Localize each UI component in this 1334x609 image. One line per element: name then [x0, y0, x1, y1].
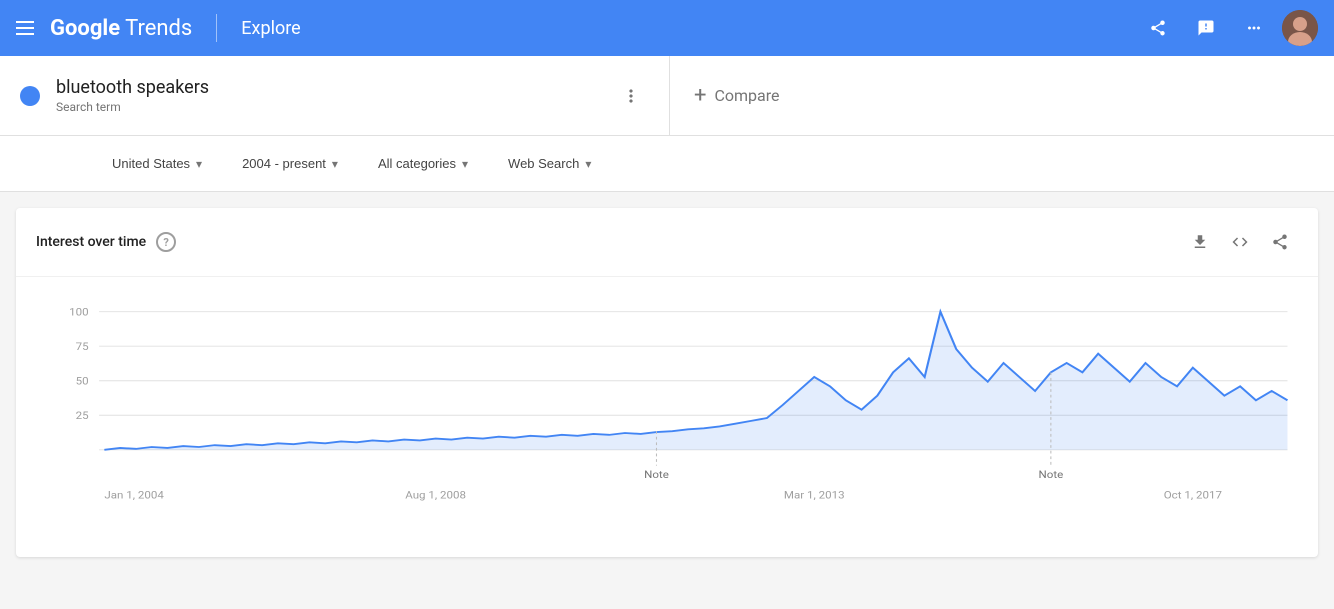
- download-button[interactable]: [1182, 224, 1218, 260]
- logo: Google Trends: [50, 16, 192, 41]
- app-header: Google Trends Explore: [0, 0, 1334, 56]
- share-chart-button[interactable]: [1262, 224, 1298, 260]
- search-section: bluetooth speakers Search term + Compare…: [0, 56, 1334, 192]
- category-chevron-icon: ▾: [462, 157, 468, 171]
- embed-button[interactable]: [1222, 224, 1258, 260]
- chart-body: 100 75 50 25 Note Note Jan 1, 2004 Aug 1…: [16, 277, 1318, 557]
- header-divider: [216, 14, 217, 42]
- search-term-name: bluetooth speakers: [56, 77, 597, 98]
- menu-icon[interactable]: [16, 21, 34, 35]
- filters-row: United States ▾ 2004 - present ▾ All cat…: [0, 136, 1334, 191]
- svg-text:25: 25: [76, 410, 89, 422]
- header-actions: [1138, 8, 1318, 48]
- search-type-label: Web Search: [508, 156, 579, 171]
- trend-chart: 100 75 50 25 Note Note Jan 1, 2004 Aug 1…: [36, 293, 1298, 517]
- svg-text:Aug 1, 2008: Aug 1, 2008: [405, 489, 466, 501]
- logo-text: Google Trends: [50, 16, 192, 41]
- category-filter[interactable]: All categories ▾: [366, 148, 480, 179]
- svg-text:50: 50: [76, 375, 89, 387]
- chart-title: Interest over time: [36, 234, 146, 250]
- search-type-chevron-icon: ▾: [585, 157, 591, 171]
- region-label: United States: [112, 156, 190, 171]
- compare-container[interactable]: + Compare: [670, 56, 1334, 135]
- svg-text:100: 100: [69, 306, 88, 318]
- user-avatar[interactable]: [1282, 10, 1318, 46]
- share-button[interactable]: [1138, 8, 1178, 48]
- chart-actions: [1182, 224, 1298, 260]
- apps-button[interactable]: [1234, 8, 1274, 48]
- compare-plus-icon: +: [694, 83, 706, 108]
- search-term-info: bluetooth speakers Search term: [56, 77, 597, 114]
- time-label: 2004 - present: [242, 156, 326, 171]
- chart-section: Interest over time ?: [16, 208, 1318, 557]
- svg-text:75: 75: [76, 341, 89, 353]
- search-term-type: Search term: [56, 100, 597, 114]
- search-type-filter[interactable]: Web Search ▾: [496, 148, 603, 179]
- region-filter[interactable]: United States ▾: [100, 148, 214, 179]
- time-chevron-icon: ▾: [332, 157, 338, 171]
- search-dot: [20, 86, 40, 106]
- svg-text:Jan 1, 2004: Jan 1, 2004: [104, 489, 164, 501]
- explore-label: Explore: [241, 18, 300, 39]
- feedback-button[interactable]: [1186, 8, 1226, 48]
- category-label: All categories: [378, 156, 456, 171]
- region-chevron-icon: ▾: [196, 157, 202, 171]
- help-icon[interactable]: ?: [156, 232, 176, 252]
- search-row: bluetooth speakers Search term + Compare: [0, 56, 1334, 136]
- svg-text:Note: Note: [1038, 468, 1063, 480]
- time-filter[interactable]: 2004 - present ▾: [230, 148, 350, 179]
- search-term-menu-button[interactable]: [613, 78, 649, 114]
- svg-text:Note: Note: [644, 468, 669, 480]
- search-term-container: bluetooth speakers Search term: [0, 56, 670, 135]
- compare-label: Compare: [714, 86, 779, 105]
- svg-text:Oct 1, 2017: Oct 1, 2017: [1164, 489, 1222, 501]
- svg-text:Mar 1, 2013: Mar 1, 2013: [784, 489, 845, 501]
- chart-header: Interest over time ?: [16, 208, 1318, 277]
